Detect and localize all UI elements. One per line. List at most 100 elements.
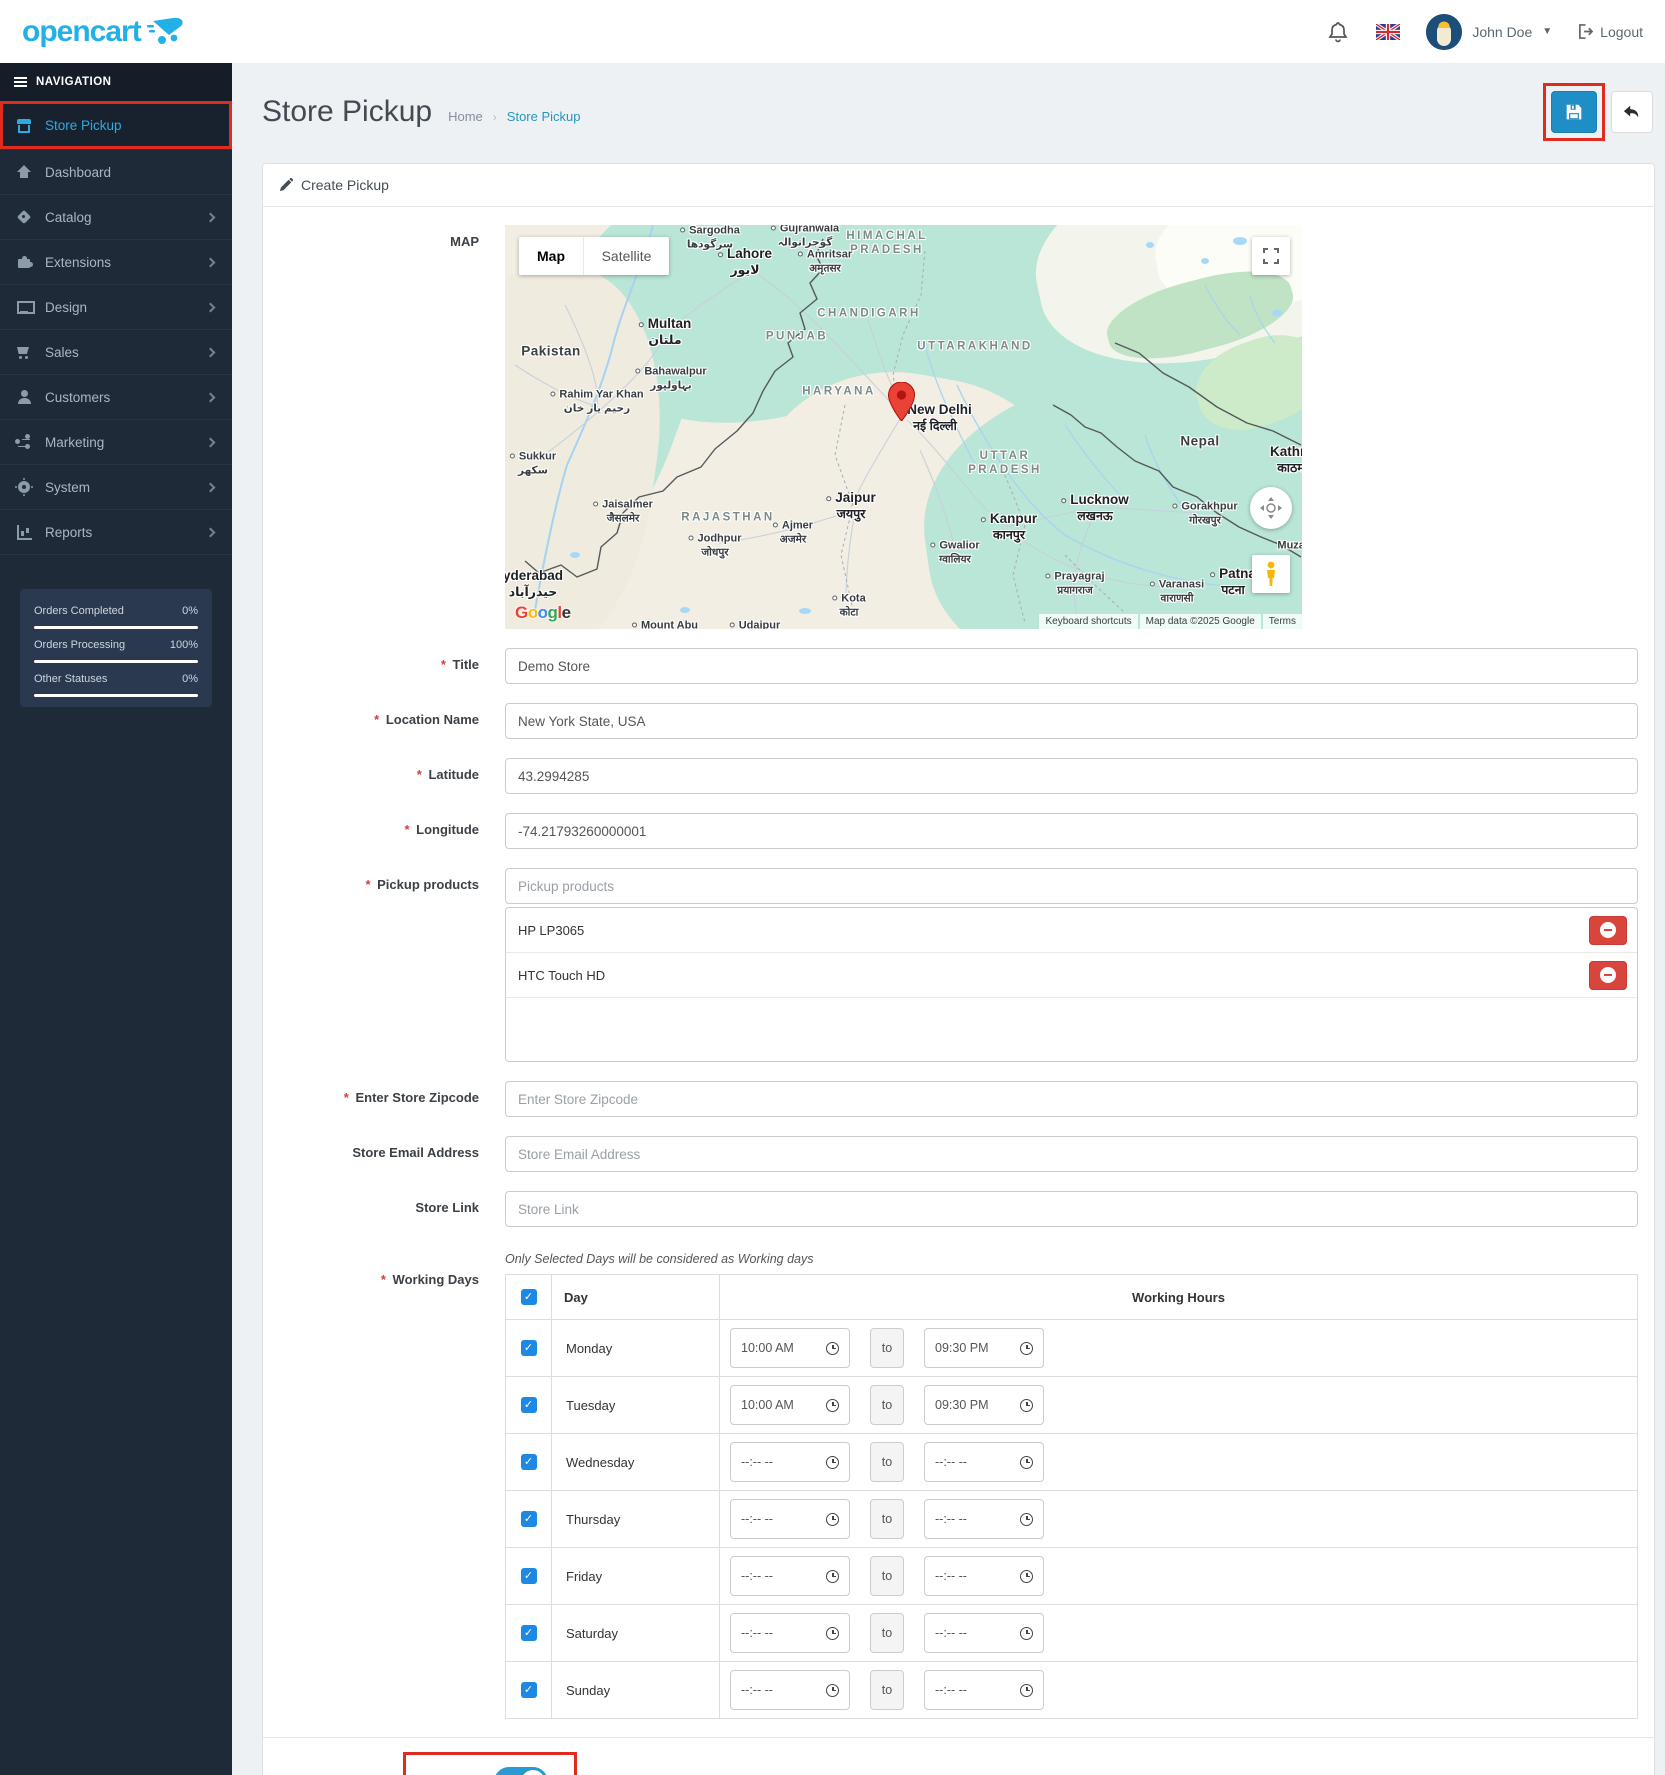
text-input[interactable]: [505, 1081, 1638, 1117]
sidebar-item-icon: [16, 164, 32, 180]
chevron-down-icon: ▼: [1542, 26, 1552, 37]
sidebar: NAVIGATION Store Pickup Dashboard Catalo…: [0, 63, 232, 1775]
time-from-input[interactable]: --:-- --: [730, 1556, 850, 1596]
language-flag-icon[interactable]: [1376, 24, 1400, 40]
create-pickup-panel: Create Pickup MAP: [262, 163, 1655, 1775]
day-checkbox[interactable]: [521, 1625, 537, 1641]
time-to-input[interactable]: 09:30 PM: [924, 1385, 1044, 1425]
save-button[interactable]: [1551, 91, 1597, 133]
city-dot-icon: [832, 596, 837, 601]
user-menu[interactable]: John Doe ▼: [1426, 14, 1552, 50]
map-marker-pin-icon[interactable]: [888, 382, 915, 421]
pickup-products-list: HP LP3065 HTC Touch HD: [505, 907, 1638, 1062]
sidebar-item[interactable]: Design: [0, 285, 232, 330]
working-day-row: Saturday --:-- -- to: [506, 1605, 1638, 1662]
map-label: Jaisalmer जैसलमेर: [593, 494, 653, 526]
sidebar-item[interactable]: Store Pickup: [0, 101, 232, 150]
text-input[interactable]: [505, 813, 1638, 849]
working-day-row: Thursday --:-- -- to: [506, 1491, 1638, 1548]
time-to-input[interactable]: --:-- --: [924, 1556, 1044, 1596]
chevron-right-icon: [206, 527, 216, 537]
city-dot-icon: [1210, 572, 1215, 577]
working-days-table: Day Working Hours Monday: [505, 1274, 1638, 1719]
panel-title: Create Pickup: [301, 177, 389, 193]
time-to-input[interactable]: --:-- --: [924, 1670, 1044, 1710]
sidebar-item-label: Reports: [45, 525, 194, 540]
sidebar-item[interactable]: Customers: [0, 375, 232, 420]
google-logo[interactable]: Google: [515, 603, 571, 623]
sidebar-item[interactable]: Sales: [0, 330, 232, 375]
time-to-input[interactable]: --:-- --: [924, 1499, 1044, 1539]
text-input[interactable]: [505, 703, 1638, 739]
day-checkbox[interactable]: [521, 1682, 537, 1698]
breadcrumb: Home › Store Pickup: [448, 109, 580, 124]
opencart-logo[interactable]: opencart: [22, 15, 189, 49]
time-to-input[interactable]: --:-- --: [924, 1442, 1044, 1482]
time-from-input[interactable]: --:-- --: [730, 1670, 850, 1710]
clock-icon: [1020, 1399, 1033, 1412]
map-label: Varanasi वाराणसी: [1150, 574, 1204, 606]
map-type-satellite-button[interactable]: Satellite: [583, 237, 669, 275]
logout-button[interactable]: Logout: [1578, 24, 1643, 40]
day-checkbox[interactable]: [521, 1340, 537, 1356]
notifications-bell-icon[interactable]: [1326, 20, 1350, 44]
city-dot-icon: [930, 543, 935, 548]
sidebar-item[interactable]: Extensions: [0, 240, 232, 285]
top-header: opencart: [0, 0, 1665, 63]
terms-link[interactable]: Terms: [1263, 614, 1302, 629]
keyboard-shortcuts-link[interactable]: Keyboard shortcuts: [1039, 614, 1137, 629]
pan-control[interactable]: [1250, 487, 1292, 529]
text-input[interactable]: [505, 1136, 1638, 1172]
street-view-pegman[interactable]: [1252, 555, 1290, 593]
form-row: Title: [279, 648, 1638, 684]
map-label: Udaipur: [730, 614, 781, 629]
map-label: Gwalior ग्वालियर: [930, 535, 979, 567]
working-day-row: Friday --:-- -- to --: [506, 1548, 1638, 1605]
clock-icon: [1020, 1570, 1033, 1583]
fullscreen-button[interactable]: [1252, 237, 1290, 275]
remove-product-button[interactable]: [1589, 961, 1627, 990]
google-map[interactable]: Sargodha سرگودھا Gujranwala گوجرانوالہ: [505, 225, 1302, 629]
back-button[interactable]: [1611, 91, 1653, 133]
time-to-input[interactable]: --:-- --: [924, 1613, 1044, 1653]
time-from-input[interactable]: --:-- --: [730, 1499, 850, 1539]
sidebar-item[interactable]: Catalog: [0, 195, 232, 240]
breadcrumb-current[interactable]: Store Pickup: [507, 109, 581, 124]
sidebar-item-icon: [16, 434, 32, 450]
time-from-input[interactable]: 10:00 AM: [730, 1385, 850, 1425]
navigation-label: NAVIGATION: [36, 76, 112, 88]
status-toggle[interactable]: [494, 1767, 548, 1775]
time-from-input[interactable]: --:-- --: [730, 1613, 850, 1653]
time-from-input[interactable]: --:-- --: [730, 1442, 850, 1482]
day-checkbox[interactable]: [521, 1568, 537, 1584]
clock-icon: [826, 1399, 839, 1412]
sidebar-item-label: Extensions: [45, 255, 194, 270]
sidebar-item[interactable]: Marketing: [0, 420, 232, 465]
breadcrumb-home[interactable]: Home: [448, 109, 483, 124]
day-checkbox[interactable]: [521, 1397, 537, 1413]
sidebar-item[interactable]: Reports: [0, 510, 232, 555]
hamburger-icon[interactable]: [14, 81, 27, 83]
city-dot-icon: [1061, 498, 1066, 503]
day-checkbox[interactable]: [521, 1511, 537, 1527]
map-label: Jodhpur जोधपुर: [689, 528, 742, 560]
breadcrumb-separator: ›: [493, 110, 497, 124]
text-input[interactable]: [505, 648, 1638, 684]
city-dot-icon: [510, 454, 515, 459]
sidebar-item[interactable]: Dashboard: [0, 150, 232, 195]
pickup-products-input[interactable]: [505, 868, 1638, 904]
city-dot-icon: [981, 517, 986, 522]
text-input[interactable]: [505, 758, 1638, 794]
map-type-map-button[interactable]: Map: [519, 237, 583, 275]
to-label: to: [870, 1385, 904, 1425]
remove-product-button[interactable]: [1589, 916, 1627, 945]
time-from-input[interactable]: 10:00 AM: [730, 1328, 850, 1368]
time-to-input[interactable]: 09:30 PM: [924, 1328, 1044, 1368]
day-checkbox[interactable]: [521, 1454, 537, 1470]
select-all-checkbox[interactable]: [521, 1289, 537, 1305]
sidebar-item[interactable]: System: [0, 465, 232, 510]
text-input[interactable]: [505, 1191, 1638, 1227]
status-highlight: Status: [403, 1752, 577, 1775]
opencart-logo-text: opencart: [22, 15, 141, 49]
field-label: Longitude: [416, 822, 479, 837]
